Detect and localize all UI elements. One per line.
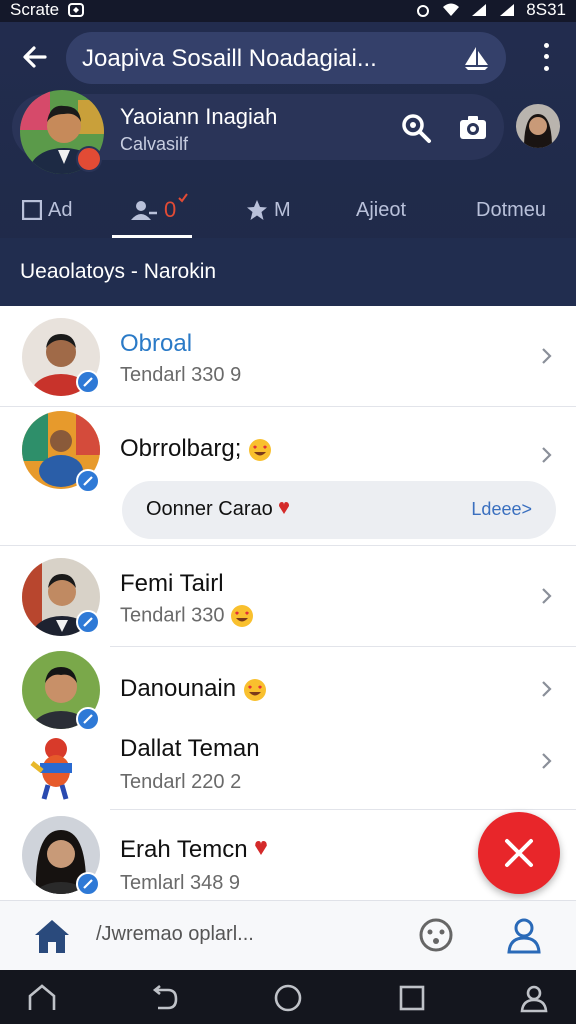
top-app-bar: Joapiva Sosaill Noadagiai... (0, 22, 576, 92)
close-fab-button[interactable] (478, 812, 560, 894)
list-item[interactable]: Obrrolbarg; Oonner Carao Ldeee> (0, 407, 576, 545)
status-bar: Scrate 8S31 (0, 0, 576, 22)
message-preview-bubble[interactable]: Oonner Carao Ldeee> (122, 481, 556, 539)
contact-subtitle: Temlarl 348 9 (120, 872, 241, 894)
contact-name: Danounain (120, 675, 267, 703)
heart-icon (255, 841, 268, 855)
camera-icon[interactable] (458, 114, 488, 142)
app-title: Joapiva Sosaill Noadagiai... (82, 45, 377, 72)
alarm-icon (417, 5, 430, 17)
contact-avatar (22, 733, 82, 803)
clock-label: 8S31 (526, 0, 566, 19)
tab-ajieot-label: Ajieot (356, 198, 407, 221)
verified-badge (76, 872, 100, 896)
back-button[interactable] (18, 40, 52, 74)
heart-eyes-emoji-icon (249, 438, 272, 461)
banner-text: Ueaolatoys - Narokin (20, 260, 217, 283)
pencil-icon (83, 476, 93, 486)
profile-status-badge (76, 146, 102, 172)
back-arrow-icon (23, 46, 47, 68)
list-item[interactable]: Danounain (0, 647, 576, 731)
nav-back-icon[interactable] (148, 982, 180, 1014)
wifi-icon (443, 3, 460, 16)
nav-home-icon[interactable] (26, 982, 58, 1014)
contact-subtitle-text: Tendarl 330 (120, 604, 225, 627)
verified-badge (76, 610, 100, 634)
contact-subtitle: Tendarl 330 9 (120, 364, 242, 386)
profile-subtitle: Calvasilf (120, 134, 189, 154)
header: Joapiva Sosaill Noadagiai... Yaoiann Ina… (0, 22, 576, 306)
contact-name: Femi Tairl (120, 570, 224, 597)
tab-dotmeu[interactable]: Dotmeu (476, 190, 546, 230)
nav-recents-icon[interactable] (396, 982, 428, 1014)
user-add-icon (131, 201, 157, 220)
heart-eyes-emoji-icon (231, 605, 254, 627)
pencil-icon (83, 879, 93, 889)
home-icon[interactable] (32, 917, 72, 955)
tab-contacts-badge: 0 (164, 197, 177, 222)
more-vert-icon (543, 43, 549, 49)
list-item[interactable]: Obroal Tendarl 330 9 (0, 306, 576, 406)
bubble-text-wrap: Oonner Carao (146, 498, 290, 521)
bubble-more-link[interactable]: Ldeee> (471, 499, 532, 520)
message-input[interactable]: /Jwremao oplarl... (96, 923, 254, 946)
verified-badge (76, 370, 100, 394)
notification-icon (68, 3, 85, 17)
account-avatar[interactable] (516, 104, 560, 148)
title-field[interactable]: Joapiva Sosaill Noadagiai... (66, 32, 506, 84)
more-options-button[interactable] (538, 40, 554, 74)
check-mark-icon (178, 193, 189, 203)
chevron-right-icon (542, 588, 552, 604)
contact-subtitle: Tendarl 330 (120, 604, 254, 628)
nav-user-icon[interactable] (518, 982, 550, 1014)
contact-list: Obroal Tendarl 330 9 Obrrolbarg; Oonner … (0, 306, 576, 900)
section-banner: Ueaolatoys - Narokin (0, 238, 576, 306)
chevron-right-icon (542, 447, 552, 463)
chevron-right-icon (542, 753, 552, 769)
bubble-text: Oonner Carao (146, 498, 273, 520)
chevron-right-icon (542, 681, 552, 697)
pencil-icon (83, 617, 93, 627)
profile-section: Yaoiann Inagiah Calvasilf (0, 90, 576, 174)
contact-name-text: Obrrolbarg; (120, 435, 242, 462)
contact-name: Dallat Teman (120, 735, 260, 762)
profile-name: Yaoiann Inagiah (120, 104, 278, 129)
list-item[interactable]: Femi Tairl Tendarl 330 (0, 546, 576, 646)
list-item[interactable]: Dallat Teman Tendarl 220 2 (0, 727, 576, 809)
bottom-bar: /Jwremao oplarl... (0, 900, 576, 970)
heart-eyes-emoji-icon (243, 678, 266, 701)
sail-icon[interactable] (462, 45, 490, 71)
signal-icon-2 (500, 4, 515, 16)
star-icon (247, 200, 267, 220)
carrier-label: Scrate (10, 0, 60, 19)
tab-ajieot[interactable]: Ajieot (356, 190, 406, 230)
tab-dotmeu-label: Dotmeu (476, 198, 547, 221)
nav-circle-icon[interactable] (272, 982, 304, 1014)
verified-badge (76, 469, 100, 493)
checkbox-icon (22, 200, 42, 220)
contact-subtitle: Tendarl 220 2 (120, 771, 242, 793)
contact-name: Obrrolbarg; (120, 435, 272, 463)
contact-name: Erah Temcn (120, 836, 268, 864)
pencil-icon (83, 714, 93, 724)
tab-favorites-label: M (274, 198, 291, 221)
tab-favorites[interactable]: M (246, 190, 291, 230)
tab-bar: Ad 0 M Ajieot Dotmeu (0, 180, 576, 242)
system-nav-bar (0, 970, 576, 1024)
tab-contacts[interactable]: 0 (130, 190, 192, 230)
tab-ad-label: Ad (48, 198, 73, 221)
search-icon[interactable] (400, 112, 432, 144)
signal-icon (472, 4, 487, 16)
emoji-icon[interactable] (418, 917, 454, 953)
contact-name-text: Danounain (120, 675, 237, 702)
contact-name-text: Erah Temcn (120, 836, 248, 863)
pencil-icon (83, 377, 93, 387)
tab-ad[interactable]: Ad (22, 190, 72, 230)
user-icon[interactable] (504, 915, 544, 955)
close-icon (505, 839, 533, 867)
contact-name: Obroal (120, 330, 193, 357)
chevron-right-icon (542, 348, 552, 364)
heart-icon (279, 502, 290, 514)
